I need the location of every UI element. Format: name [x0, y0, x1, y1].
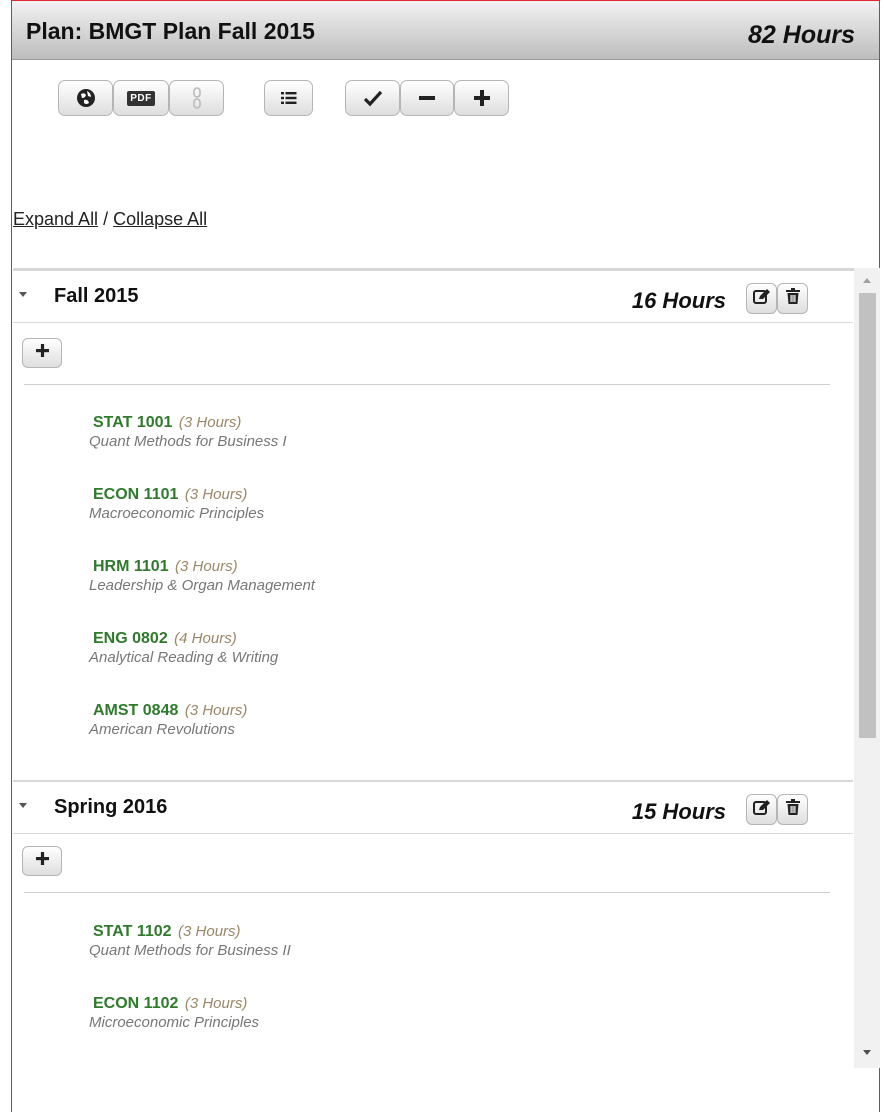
pdf-icon: PDF — [127, 90, 155, 106]
course-code: ECON 1102 — [93, 995, 179, 1012]
course-title: Macroeconomic Principles — [89, 505, 265, 522]
term-divider — [24, 892, 830, 893]
collapse-button[interactable] — [400, 80, 454, 116]
add-course-button[interactable] — [22, 846, 62, 876]
edit-icon — [753, 288, 770, 309]
plus-icon — [35, 343, 50, 363]
scrollbar-thumb[interactable] — [859, 293, 876, 738]
trash-icon — [785, 799, 800, 820]
plus-icon — [35, 851, 50, 871]
course-hours: (3 Hours) — [184, 995, 248, 1012]
collapse-triangle-icon[interactable] — [19, 292, 27, 297]
course-hours: (3 Hours) — [178, 414, 242, 431]
pdf-button[interactable]: PDF — [113, 80, 169, 116]
course-code: STAT 1102 — [93, 923, 172, 940]
course-hours: (3 Hours) — [184, 486, 248, 503]
course-hours: (4 Hours) — [174, 630, 237, 647]
terms-scroll-area[interactable]: Fall 2015 16 Hours STAT 1001 (3 Hours) Q… — [13, 268, 879, 1068]
plan-header: Plan: BMGT Plan Fall 2015 82 Hours — [12, 1, 879, 60]
course-item[interactable]: HRM 1101 (3 Hours) Leadership & Organ Ma… — [89, 558, 689, 594]
course-item[interactable]: AMST 0848 (3 Hours) American Revolutions — [89, 702, 689, 738]
course-title: Analytical Reading & Writing — [89, 649, 279, 666]
collapse-all-link[interactable]: Collapse All — [113, 209, 207, 229]
term-name: Fall 2015 — [54, 285, 139, 307]
course-item[interactable]: ECON 1102 (3 Hours) Microeconomic Princi… — [89, 995, 689, 1031]
scroll-up-arrow-icon[interactable] — [863, 278, 871, 283]
check-button[interactable] — [345, 80, 400, 116]
course-item[interactable]: ENG 0802 (4 Hours) Analytical Reading & … — [89, 630, 689, 666]
globe-button[interactable] — [58, 80, 113, 116]
link-separator: / — [98, 209, 114, 229]
expand-button[interactable] — [454, 80, 509, 116]
link-button[interactable] — [169, 80, 224, 116]
course-code: ENG 0802 — [93, 630, 168, 647]
list-icon — [280, 91, 297, 105]
course-hours: (3 Hours) — [178, 923, 241, 940]
course-item[interactable]: STAT 1001 (3 Hours) Quant Methods for Bu… — [89, 414, 689, 450]
term-header: Fall 2015 16 Hours — [13, 271, 853, 323]
course-item[interactable]: STAT 1102 (3 Hours) Quant Methods for Bu… — [89, 923, 689, 959]
term-name: Spring 2016 — [54, 796, 168, 818]
add-course-button[interactable] — [22, 338, 62, 368]
course-code: ECON 1101 — [93, 486, 179, 503]
course-title: Leadership & Organ Management — [89, 577, 315, 594]
term-hours: 16 Hours — [631, 288, 726, 313]
course-title: American Revolutions — [89, 721, 235, 738]
course-code: STAT 1001 — [93, 414, 173, 431]
expand-collapse-links: Expand All / Collapse All — [13, 209, 207, 230]
term-hours: 15 Hours — [631, 799, 726, 824]
course-code: AMST 0848 — [93, 702, 179, 719]
course-item[interactable]: ECON 1101 (3 Hours) Macroeconomic Princi… — [89, 486, 689, 522]
collapse-triangle-icon[interactable] — [19, 803, 27, 808]
course-code: HRM 1101 — [93, 558, 169, 575]
delete-term-button[interactable] — [777, 794, 808, 825]
edit-icon — [753, 799, 770, 820]
minus-icon — [417, 88, 437, 108]
course-hours: (3 Hours) — [184, 702, 248, 719]
term-header: Spring 2016 15 Hours — [13, 782, 853, 834]
course-title: Quant Methods for Business II — [89, 942, 291, 959]
course-title: Microeconomic Principles — [89, 1014, 260, 1031]
course-hours: (3 Hours) — [175, 558, 238, 575]
link-icon — [192, 87, 202, 109]
plan-total-hours: 82 Hours — [748, 21, 855, 49]
plan-title: Plan: BMGT Plan Fall 2015 — [26, 18, 315, 44]
globe-icon — [76, 88, 96, 108]
list-button[interactable] — [264, 80, 313, 116]
term-divider — [24, 384, 830, 385]
course-title: Quant Methods for Business I — [89, 433, 287, 450]
edit-term-button[interactable] — [746, 283, 777, 314]
scroll-down-arrow-icon[interactable] — [863, 1050, 871, 1055]
trash-icon — [785, 288, 800, 309]
plus-icon — [472, 88, 492, 108]
expand-all-link[interactable]: Expand All — [13, 209, 98, 229]
check-icon — [363, 89, 383, 107]
edit-term-button[interactable] — [746, 794, 777, 825]
delete-term-button[interactable] — [777, 283, 808, 314]
